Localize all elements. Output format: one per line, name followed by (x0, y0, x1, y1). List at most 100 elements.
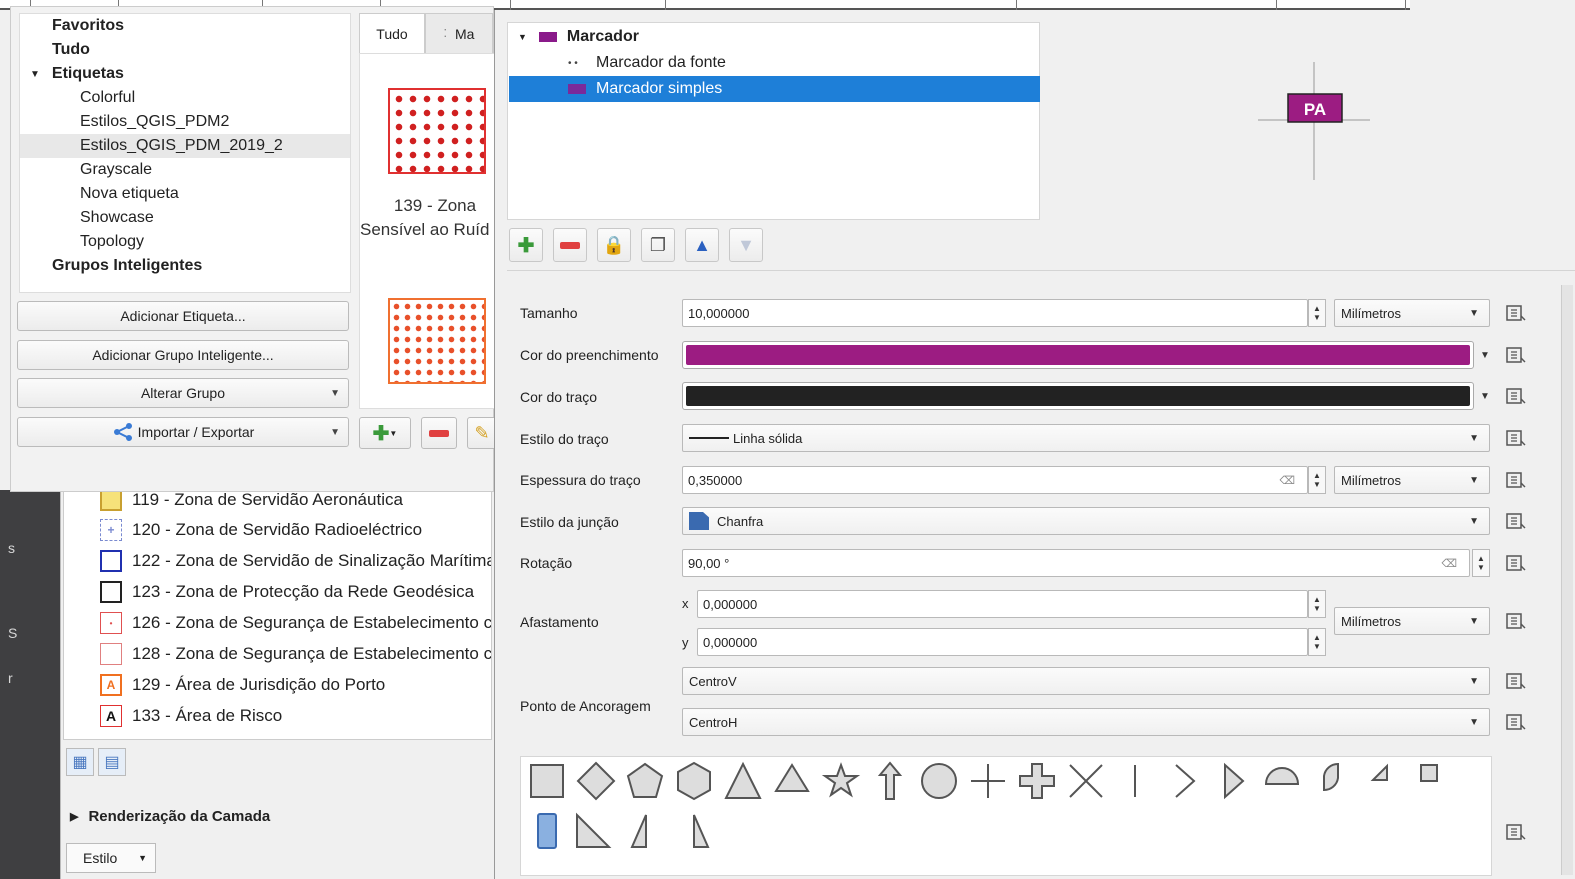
layer-rendering-section[interactable]: ▶ Renderização da Camada (70, 808, 270, 825)
x-shape-option[interactable] (1064, 759, 1108, 803)
join-style-dropdown[interactable]: Chanfra ▼ (682, 507, 1490, 535)
data-defined-override-button[interactable] (1502, 468, 1530, 492)
rotation-spinner[interactable]: ▲ ▼ (1472, 549, 1490, 577)
tree-item-all[interactable]: Tudo (52, 38, 90, 62)
tree-item-favorites[interactable]: Favoritos (52, 14, 124, 38)
tree-item-tag[interactable]: Colorful (80, 86, 135, 110)
symbol-thumbnail[interactable] (388, 88, 486, 174)
rotation-input[interactable]: 90,00 ° ⌫ (682, 549, 1470, 577)
add-tag-button[interactable]: Adicionar Etiqueta... (17, 301, 349, 331)
data-defined-override-button[interactable] (1502, 669, 1530, 693)
half-triangle-shape-option[interactable] (617, 809, 661, 853)
offset-x-spinner[interactable]: ▲ ▼ (1308, 590, 1326, 618)
list-item[interactable]: 123 - Zona de Protecção da Rede Geodésic… (100, 577, 491, 607)
right-half-triangle-shape-option[interactable] (1358, 751, 1402, 795)
data-defined-override-button[interactable] (1502, 301, 1530, 325)
rectangle-shape-option[interactable] (525, 809, 569, 853)
list-item[interactable]: A 129 - Área de Jurisdição do Porto (100, 670, 491, 700)
modify-group-button[interactable]: Alterar Grupo ▼ (17, 378, 349, 408)
data-defined-override-button[interactable] (1502, 343, 1530, 367)
tree-item-tag[interactable]: Nova etiqueta (80, 182, 179, 206)
list-item[interactable]: 128 - Zona de Segurança de Estabelecimen… (100, 639, 491, 669)
tab-markers[interactable]: ⁚ Ma (425, 13, 493, 53)
remove-symbol-button[interactable] (421, 417, 457, 449)
stroke-width-input[interactable]: 0,350000 ⌫ (682, 466, 1308, 494)
star-shape-option[interactable] (819, 759, 863, 803)
symbol-layer-font-marker[interactable]: • • Marcador da fonte (568, 50, 726, 76)
list-item[interactable]: 122 - Zona de Servidão de Sinalização Ma… (100, 546, 491, 576)
anchor-vertical-dropdown[interactable]: CentroV ▼ (682, 667, 1490, 695)
offset-y-input[interactable]: 0,000000 (697, 628, 1308, 656)
cross-shape-option[interactable] (966, 759, 1010, 803)
list-item[interactable]: • 126 - Zona de Segurança de Estabelecim… (100, 608, 491, 638)
symbol-layer-root[interactable]: ▼ Marcador (518, 24, 639, 50)
data-defined-override-button[interactable] (1502, 426, 1530, 450)
symbol-layer-simple-marker[interactable]: Marcador simples (509, 76, 1040, 102)
tree-item-smart-groups[interactable]: Grupos Inteligentes (52, 254, 202, 278)
tree-item-tag[interactable]: Estilos_QGIS_PDM2 (80, 110, 229, 134)
pentagon-shape-option[interactable] (623, 759, 667, 803)
offset-x-input[interactable]: 0,000000 (697, 590, 1308, 618)
add-smart-group-button[interactable]: Adicionar Grupo Inteligente... (17, 340, 349, 370)
tree-item-tag[interactable]: Topology (80, 230, 144, 254)
import-export-button[interactable]: Importar / Exportar ▼ (17, 417, 349, 447)
list-item[interactable]: A 133 - Área de Risco (100, 701, 491, 731)
tab-all[interactable]: Tudo (359, 13, 425, 53)
anchor-horizontal-dropdown[interactable]: CentroH ▼ (682, 708, 1490, 736)
square-shape-option[interactable] (525, 759, 569, 803)
tree-item-tags[interactable]: ▼ Etiquetas (30, 62, 124, 86)
stroke-width-unit-dropdown[interactable]: Milímetros ▼ (1334, 466, 1490, 494)
icon-view-button[interactable]: ▦ (66, 748, 94, 776)
clear-icon[interactable]: ⌫ (1441, 557, 1457, 570)
data-defined-override-button[interactable] (1502, 609, 1530, 633)
diamond-shape-option[interactable] (574, 759, 618, 803)
list-item[interactable]: 119 - Zona de Servidão Aeronáutica (100, 491, 491, 515)
tree-item-tag[interactable]: Showcase (80, 206, 154, 230)
data-defined-override-button[interactable] (1502, 509, 1530, 533)
stroke-color-button[interactable] (682, 382, 1474, 410)
fill-color-menu[interactable]: ▼ (1474, 341, 1496, 369)
filled-arrowhead-shape-option[interactable] (1211, 759, 1255, 803)
data-defined-override-button[interactable] (1502, 820, 1530, 844)
equilateral-triangle-shape-option[interactable] (770, 757, 814, 801)
symbol-thumbnail[interactable] (388, 298, 486, 384)
hexagon-shape-option[interactable] (672, 759, 716, 803)
stroke-color-menu[interactable]: ▼ (1474, 382, 1496, 410)
data-defined-override-button[interactable] (1502, 384, 1530, 408)
duplicate-layer-button[interactable]: ❐ (641, 228, 675, 262)
tree-item-tag[interactable]: Grayscale (80, 158, 152, 182)
data-defined-override-button[interactable] (1502, 551, 1530, 575)
add-symbol-layer-button[interactable]: ✚ (509, 228, 543, 262)
move-down-button[interactable]: ▼ (729, 228, 763, 262)
style-dropdown[interactable]: Estilo ▼ (66, 843, 156, 873)
semicircle-shape-option[interactable] (1260, 753, 1304, 797)
size-input[interactable]: 10,000000 (682, 299, 1308, 327)
arrow-shape-option[interactable] (868, 759, 912, 803)
triangle-shape-option[interactable] (721, 759, 765, 803)
tree-item-tag-selected[interactable]: Estilos_QGIS_PDM_2019_2 (20, 134, 350, 158)
data-defined-override-button[interactable] (1502, 710, 1530, 734)
remove-symbol-layer-button[interactable] (553, 228, 587, 262)
size-unit-dropdown[interactable]: Milímetros ▼ (1334, 299, 1490, 327)
size-spinner[interactable]: ▲ ▼ (1308, 299, 1326, 327)
list-item[interactable]: + 120 - Zona de Servidão Radioeléctrico (100, 515, 491, 545)
arrowhead-shape-option[interactable] (1162, 759, 1206, 803)
left-half-triangle-shape-option[interactable] (679, 809, 723, 853)
quarter-circle-shape-option[interactable] (1309, 755, 1353, 799)
stroke-width-spinner[interactable]: ▲ ▼ (1308, 466, 1326, 494)
fill-color-button[interactable] (682, 341, 1474, 369)
cross-fill-shape-option[interactable] (1015, 759, 1059, 803)
circle-shape-option[interactable] (917, 759, 961, 803)
add-symbol-button[interactable]: ✚ ▼ (359, 417, 411, 449)
offset-unit-dropdown[interactable]: Milímetros ▼ (1334, 607, 1490, 635)
stroke-style-dropdown[interactable]: Linha sólida ▼ (682, 424, 1490, 452)
right-triangle-shape-option[interactable] (571, 809, 615, 853)
list-view-button[interactable]: ▤ (98, 748, 126, 776)
small-square-shape-option[interactable] (1407, 751, 1451, 795)
edit-symbol-button[interactable]: ✎ (467, 417, 497, 449)
move-up-button[interactable]: ▲ (685, 228, 719, 262)
lock-layer-color-button[interactable]: 🔒 (597, 228, 631, 262)
line-shape-option[interactable] (1113, 759, 1157, 803)
clear-icon[interactable]: ⌫ (1279, 474, 1295, 487)
offset-y-spinner[interactable]: ▲ ▼ (1308, 628, 1326, 656)
